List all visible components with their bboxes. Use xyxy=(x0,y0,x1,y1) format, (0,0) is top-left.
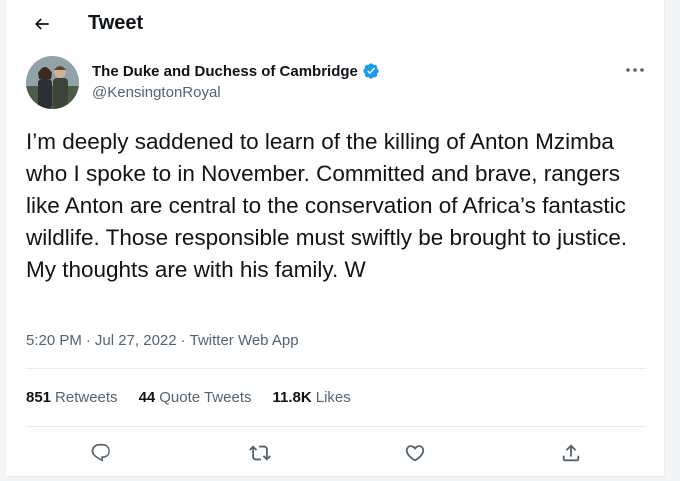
likes-label: Likes xyxy=(315,389,351,406)
reply-button[interactable] xyxy=(88,440,114,466)
like-button[interactable] xyxy=(402,440,428,466)
divider xyxy=(26,368,646,369)
quotes-count: 44 xyxy=(138,389,156,406)
likes-count: 11.8K xyxy=(272,389,312,406)
retweet-button[interactable] xyxy=(247,440,273,466)
meta-separator: · xyxy=(85,332,91,349)
page-header: Tweet xyxy=(6,0,664,50)
avatar-photo xyxy=(26,56,79,109)
share-icon xyxy=(562,444,580,462)
author-name-row: The Duke and Duchess of Cambridge xyxy=(92,62,380,80)
quotes-label: Quote Tweets xyxy=(159,389,252,406)
tweet-time[interactable]: 5:20 PM xyxy=(26,332,82,349)
tweet-source[interactable]: Twitter Web App xyxy=(190,332,299,349)
retweets-count: 851 xyxy=(26,389,52,406)
author-handle[interactable]: @KensingtonRoyal xyxy=(92,84,221,101)
author-name[interactable]: The Duke and Duchess of Cambridge xyxy=(92,63,358,80)
tweet-card: Tweet The Duke and Duchess of Cambridge … xyxy=(6,0,665,477)
retweet-icon xyxy=(249,445,271,461)
share-button[interactable] xyxy=(558,440,584,466)
like-icon xyxy=(405,445,425,462)
avatar[interactable] xyxy=(26,56,79,109)
more-options-button[interactable] xyxy=(621,60,649,80)
back-button[interactable] xyxy=(28,10,56,38)
tweet-stats: 851 Retweets 44 Quote Tweets 11.8K Likes xyxy=(26,389,372,406)
tweet-date[interactable]: Jul 27, 2022 xyxy=(95,332,177,349)
verified-badge-icon xyxy=(363,63,379,79)
quote-tweets-stat[interactable]: 44 Quote Tweets xyxy=(139,389,252,406)
tweet-text: I’m deeply saddened to learn of the kill… xyxy=(26,129,628,282)
tweet-actions xyxy=(6,440,664,470)
likes-stat[interactable]: 11.8K Likes xyxy=(273,389,351,406)
page-title: Tweet xyxy=(88,12,144,34)
retweets-label: Retweets xyxy=(55,389,118,406)
tweet-meta: 5:20 PM · Jul 27, 2022 · Twitter Web App xyxy=(26,332,299,349)
arrow-left-icon xyxy=(34,18,49,30)
retweets-stat[interactable]: 851 Retweets xyxy=(26,389,118,406)
divider xyxy=(26,426,646,427)
more-horizontal-icon xyxy=(626,68,644,72)
meta-separator: · xyxy=(180,332,186,349)
reply-icon xyxy=(91,443,110,462)
